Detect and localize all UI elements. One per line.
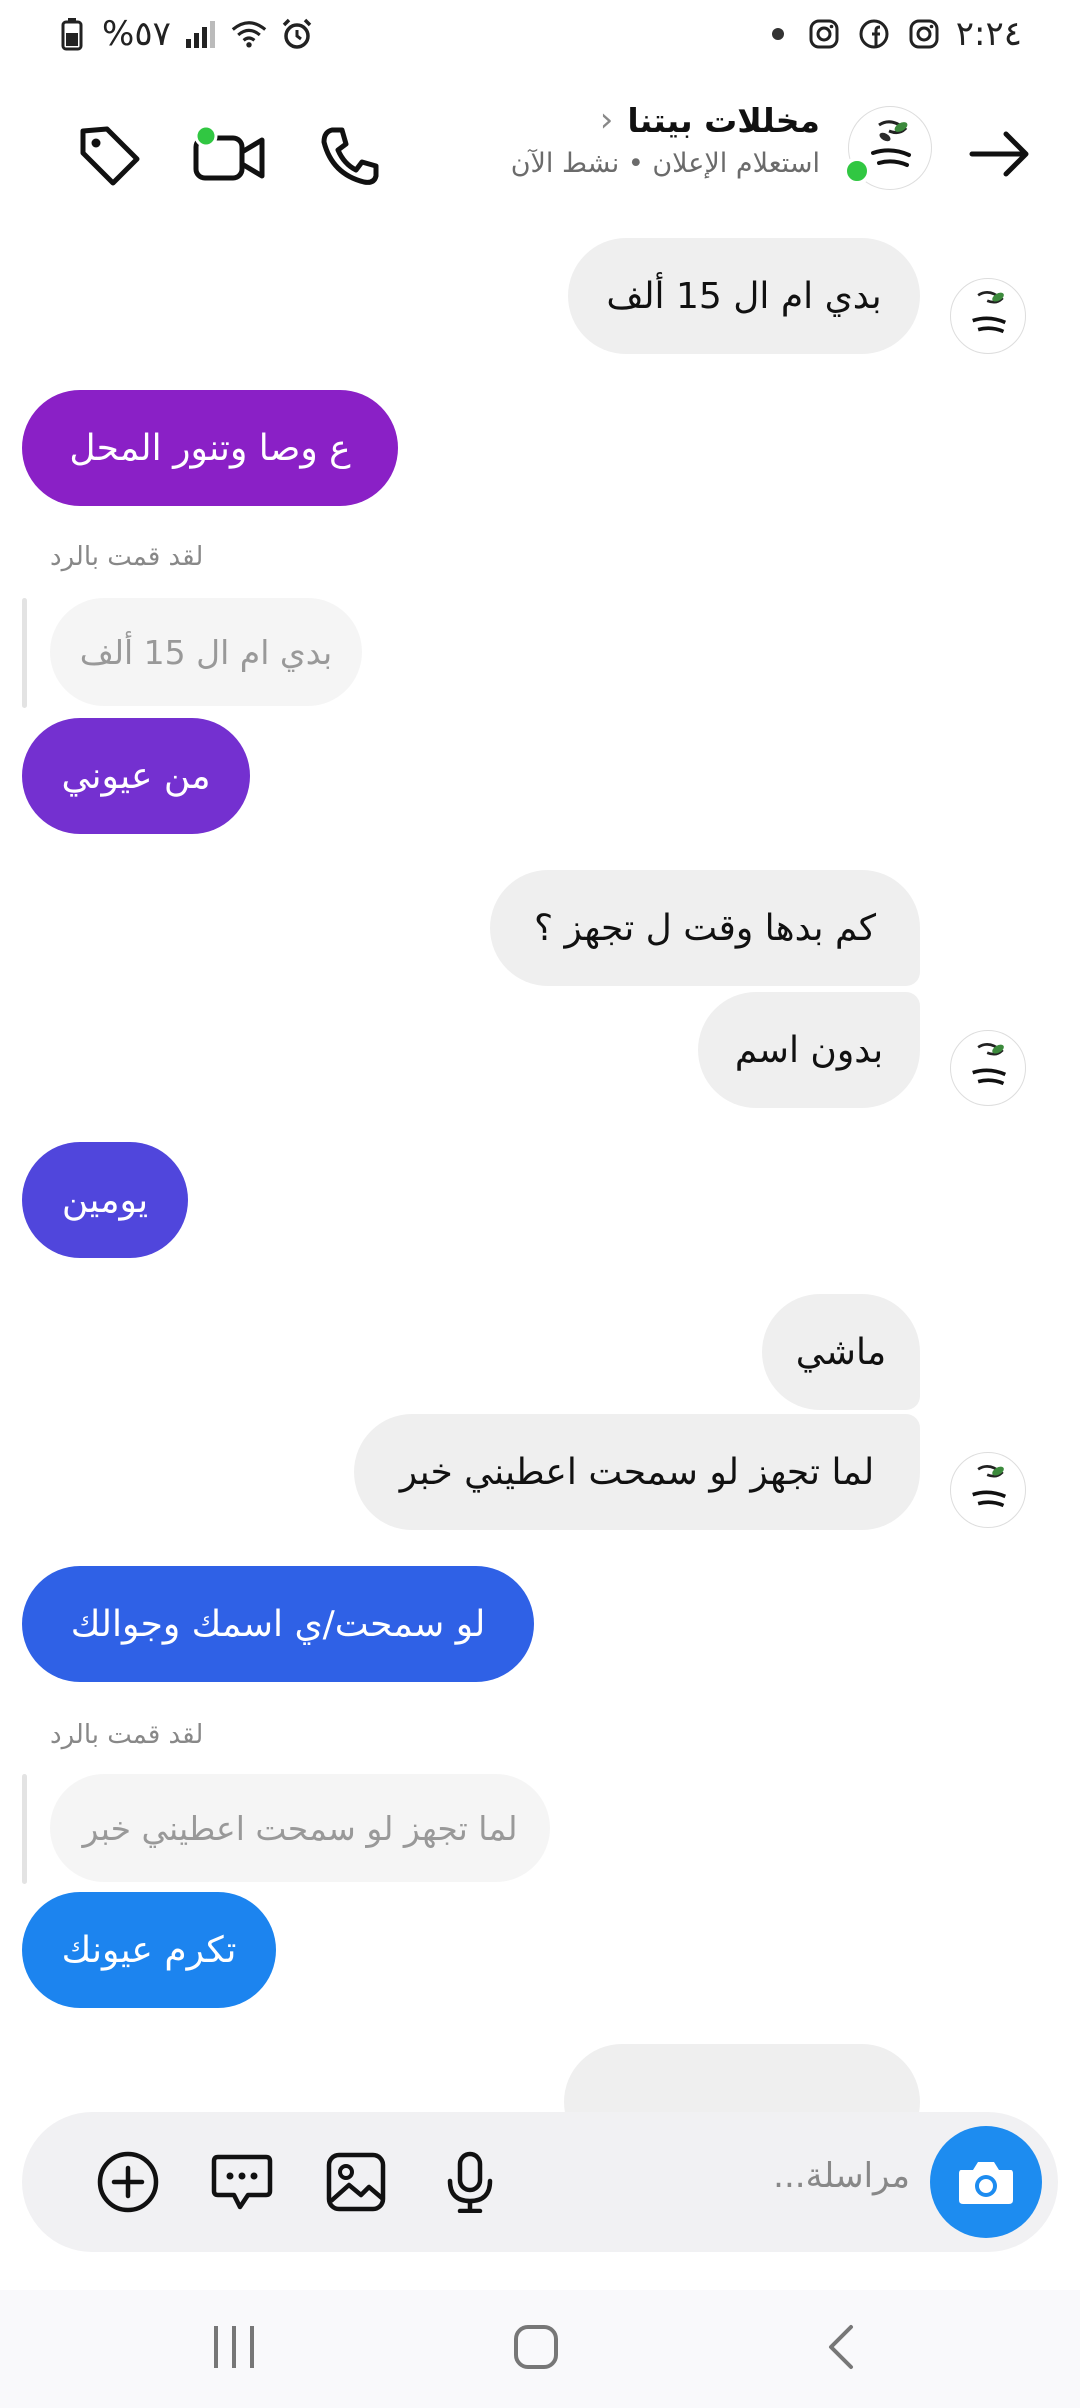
image-icon: [326, 2152, 386, 2212]
status-right: ٢:٢٤: [771, 14, 1022, 54]
chat-title-block[interactable]: مخللات بيتنا ‹ استعلام الإعلان • نشط الآ…: [400, 100, 820, 179]
microphone-icon: [447, 2151, 493, 2213]
sticker-button[interactable]: [206, 2146, 278, 2218]
message-composer: مراسلة...: [22, 2112, 1058, 2252]
reply-quote[interactable]: بدي ام ال 15 ألف: [50, 598, 362, 706]
chevron-left-icon: ‹: [599, 100, 614, 140]
reply-label: لقد قمت بالرد: [50, 542, 204, 572]
tag-icon: [80, 126, 140, 186]
back-nav-button[interactable]: [800, 2312, 880, 2382]
message-incoming[interactable]: بدي ام ال 15 ألف: [568, 238, 920, 354]
sender-avatar[interactable]: [950, 278, 1026, 354]
instagram-icon: [806, 16, 842, 52]
message-outgoing[interactable]: تكرم عيونك: [22, 1892, 276, 2008]
reply-quote[interactable]: لما تجهز لو سمحت اعطيني خبر: [50, 1774, 550, 1882]
phone-icon: [321, 127, 379, 185]
back-button[interactable]: [960, 114, 1040, 194]
avatar[interactable]: [843, 106, 932, 190]
sender-avatar[interactable]: [950, 1452, 1026, 1528]
camera-button[interactable]: [930, 2126, 1042, 2238]
battery-percent: %٥٧: [102, 14, 171, 54]
message-incoming[interactable]: ماشي: [762, 1294, 920, 1410]
signal-icon: [183, 16, 219, 52]
sender-avatar[interactable]: [950, 1030, 1026, 1106]
message-input[interactable]: مراسلة...: [773, 2156, 910, 2196]
reply-bar: [22, 1774, 27, 1884]
recent-apps-icon: [214, 2326, 254, 2368]
microphone-button[interactable]: [434, 2146, 506, 2218]
page-title: مخللات بيتنا: [627, 100, 820, 140]
brand-logo-icon: [972, 291, 1007, 334]
alarm-icon: [279, 16, 315, 52]
message-outgoing[interactable]: ع وصا وتنور المحل: [22, 390, 398, 506]
notification-dot: [771, 28, 784, 40]
message-outgoing[interactable]: من عيوني: [22, 718, 250, 834]
instagram-icon: [906, 16, 942, 52]
facebook-icon: [856, 16, 892, 52]
chat-header: مخللات بيتنا ‹ استعلام الإعلان • نشط الآ…: [0, 86, 1080, 216]
message-incoming[interactable]: بدون اسم: [698, 992, 920, 1108]
camera-icon: [959, 2162, 1013, 2204]
chat-subtitle: استعلام الإعلان • نشط الآن: [510, 148, 820, 179]
brand-logo-icon: [972, 1043, 1007, 1086]
more-actions-button[interactable]: [92, 2146, 164, 2218]
message-incoming[interactable]: كم بدها وقت ل تجهز ؟: [490, 870, 920, 986]
tag-button[interactable]: [50, 108, 170, 204]
system-nav-bar: [0, 2290, 1080, 2408]
status-left: %٥٧: [54, 14, 315, 54]
home-icon: [514, 2325, 558, 2369]
message-incoming[interactable]: لما تجهز لو سمحت اعطيني خبر: [354, 1414, 920, 1530]
video-camera-icon: [193, 126, 265, 181]
gallery-button[interactable]: [320, 2146, 392, 2218]
battery-icon: [54, 16, 90, 52]
arrow-right-icon: [969, 131, 1029, 177]
voice-call-button[interactable]: [290, 108, 410, 204]
reply-bar: [22, 598, 27, 708]
reply-label: لقد قمت بالرد: [50, 1720, 204, 1750]
home-button[interactable]: [496, 2312, 576, 2382]
recent-apps-button[interactable]: [194, 2312, 274, 2382]
status-bar: %٥٧ ٢:٢٤: [0, 0, 1080, 72]
chat-bubble-icon: [211, 2154, 273, 2210]
header-actions: [50, 108, 410, 204]
online-indicator: [843, 157, 871, 185]
brand-logo-icon: [972, 1465, 1007, 1508]
message-outgoing[interactable]: يومين: [22, 1142, 188, 1258]
wifi-icon: [231, 16, 267, 52]
message-outgoing[interactable]: لو سمحت/ي اسمك وجوالك: [22, 1566, 534, 1682]
status-time: ٢:٢٤: [955, 14, 1022, 54]
video-call-button[interactable]: [170, 108, 290, 204]
plus-circle-icon: [97, 2151, 159, 2213]
chevron-left-icon: [829, 2325, 853, 2369]
